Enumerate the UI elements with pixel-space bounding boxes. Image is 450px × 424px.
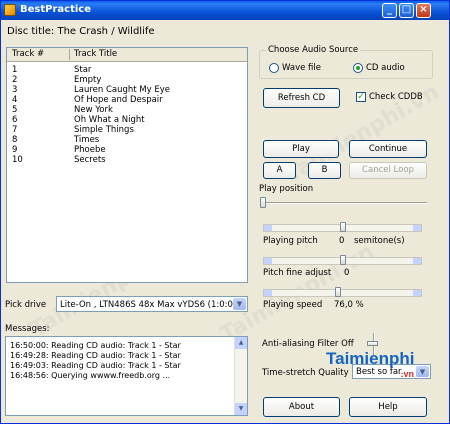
main-window: BestPractice _ □ × Taimienphi.vn Taimien… [0,0,450,424]
play-position-thumb[interactable] [260,197,266,208]
continue-button[interactable]: Continue [349,140,427,158]
pitch-fine-value: 0 [344,268,350,278]
window-title: BestPractice [20,4,91,15]
column-divider[interactable] [69,49,70,60]
app-icon [4,4,16,16]
column-header-track-number[interactable]: Track # [12,49,44,59]
playing-speed-value: 76,0 % [334,300,364,310]
track-title: Phoebe [74,145,106,155]
pitch-slider-thumb[interactable] [340,222,346,232]
track-row[interactable]: 1 Star [7,66,247,75]
track-row[interactable]: 6 Oh What a Night [7,116,247,125]
message-line: 16:48:56: Querying wwww.freedb.org ... [10,371,171,380]
message-line: 16:49:28: Reading CD audio: Track 1 - St… [10,351,181,360]
chevron-down-icon[interactable]: ▼ [416,366,429,377]
speed-slider-thumb[interactable] [335,287,341,297]
chevron-down-icon[interactable]: ▼ [233,298,246,310]
pick-drive-value: Lite-On , LTN486S 48x Max vYDS6 (1:0:0) [60,300,237,310]
track-title: Star [74,65,92,75]
track-row[interactable]: 2 Empty [7,76,247,85]
audio-source-group: Choose Audio Source Wave file CD audio [259,45,433,79]
track-number: 3 [12,85,18,95]
track-title: Oh What a Night [74,115,145,125]
pitch-fine-label: Pitch fine adjust [263,268,332,278]
message-line: 16:49:03: Reading CD audio: Track 1 - St… [10,361,181,370]
playing-pitch-unit: semitone(s) [354,236,405,246]
cd-audio-radio[interactable] [353,63,363,73]
cd-audio-label: CD audio [366,63,405,73]
wave-file-radio[interactable] [269,63,279,73]
track-title: Times [74,135,100,145]
track-number: 10 [12,155,23,165]
track-number: 8 [12,135,18,145]
track-title: Secrets [74,155,106,165]
timestretch-label: Time-stretch Quality [262,368,349,378]
close-button[interactable]: × [416,3,431,18]
track-row[interactable]: 5 New York [7,106,247,115]
track-row[interactable]: 8 Times [7,136,247,145]
wave-file-label: Wave file [282,63,321,73]
pitch-fine-slider[interactable] [263,255,422,265]
track-title: Empty [74,75,102,85]
playing-speed-label: Playing speed [263,300,323,310]
scroll-up-icon[interactable]: ▲ [235,337,247,349]
track-row[interactable]: 7 Simple Things [7,126,247,135]
messages-box[interactable]: 16:50:00: Reading CD audio: Track 1 - St… [5,336,248,416]
track-row[interactable]: 3 Lauren Caught My Eye [7,86,247,95]
column-header-track-title[interactable]: Track Title [74,49,117,59]
playing-pitch-value: 0 [339,236,345,246]
play-position-label: Play position [259,184,314,194]
track-list[interactable]: Track # Track Title 1 Star 2 Empty 3 Lauren C… [6,47,248,283]
help-button[interactable]: Help [349,397,427,417]
cancel-loop-button[interactable]: Cancel Loop [349,162,427,179]
track-row[interactable]: 4 Of Hope and Despair [7,96,247,105]
track-number: 6 [12,115,18,125]
antialias-label: Anti-aliasing Filter Off [262,339,354,349]
track-number: 1 [12,65,18,75]
play-button[interactable]: Play [263,140,339,158]
track-number: 5 [12,105,18,115]
taimienphi-logo: Taimienphi [326,349,415,368]
track-row[interactable]: 9 Phoebe [7,146,247,155]
loop-a-button[interactable]: A [263,162,296,179]
track-title: Of Hope and Despair [74,95,163,105]
pitch-slider[interactable] [263,222,422,232]
track-number: 7 [12,125,18,135]
scroll-down-icon[interactable]: ▼ [235,403,247,415]
track-number: 4 [12,95,18,105]
track-list-header: Track # Track Title [7,48,247,62]
track-number: 2 [12,75,18,85]
audio-source-group-title: Choose Audio Source [266,45,361,55]
pitch-fine-slider-thumb[interactable] [340,255,346,265]
track-title: Simple Things [74,125,134,135]
messages-label: Messages: [5,324,50,334]
playing-pitch-label: Playing pitch [263,236,318,246]
maximize-button[interactable]: □ [399,3,414,18]
messages-scrollbar[interactable]: ▲ ▼ [234,337,247,415]
loop-b-button[interactable]: B [308,162,341,179]
taimienphi-logo-suffix: .vn [401,369,415,379]
play-position-track[interactable] [261,202,427,204]
antialias-thumb[interactable] [367,341,378,346]
track-number: 9 [12,145,18,155]
speed-slider[interactable] [263,287,422,297]
check-cddb-label: Check CDDB [369,92,423,102]
minimize-button[interactable]: _ [382,3,397,18]
track-title: New York [74,105,113,115]
pick-drive-label: Pick drive [5,300,47,310]
track-title: Lauren Caught My Eye [74,85,171,95]
refresh-cd-button[interactable]: Refresh CD [263,88,340,108]
about-button[interactable]: About [263,397,340,417]
title-bar[interactable]: BestPractice _ □ × [1,1,449,20]
track-row[interactable]: 10 Secrets [7,156,247,165]
pick-drive-select[interactable]: Lite-On , LTN486S 48x Max vYDS6 (1:0:0) … [56,296,248,312]
message-line: 16:50:00: Reading CD audio: Track 1 - St… [10,341,181,350]
check-cddb-checkbox[interactable]: ✓ [356,92,366,102]
disc-title: Disc title: The Crash / Wildlife [7,26,155,37]
